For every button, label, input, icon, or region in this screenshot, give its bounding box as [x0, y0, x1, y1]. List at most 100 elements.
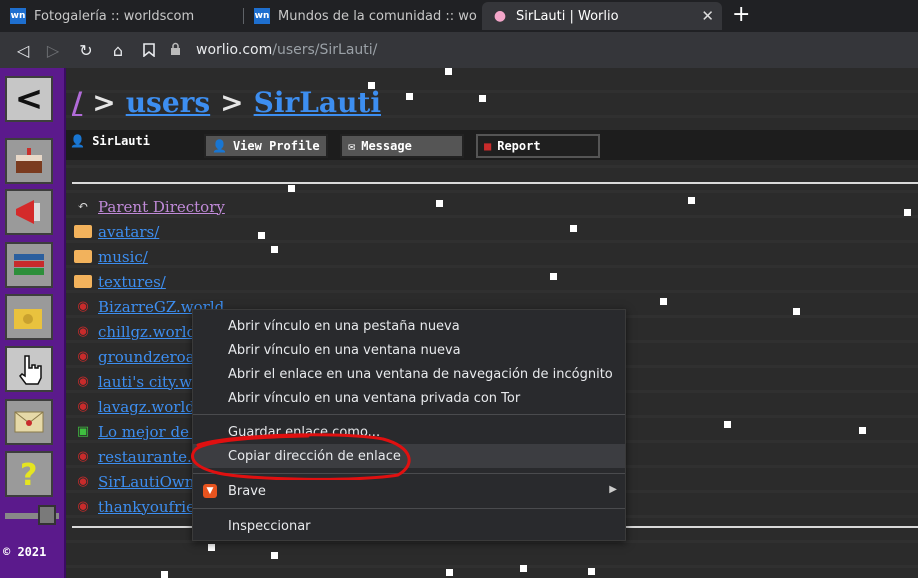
folder-link[interactable]: textures/ — [98, 273, 166, 291]
message-label: Message — [361, 139, 412, 153]
view-profile-label: View Profile — [232, 139, 320, 153]
brain-favicon-icon: ● — [493, 8, 507, 24]
url-host: worlio.com — [196, 42, 273, 58]
back-arrow-icon[interactable]: < — [5, 76, 53, 122]
world-file-icon: ◉ — [77, 324, 89, 339]
copyright: © 2021 — [3, 545, 47, 559]
snow-particle — [688, 197, 695, 204]
report-button[interactable]: ■ Report — [476, 134, 600, 158]
menu-item-inspect[interactable]: Inspeccionar — [193, 514, 625, 538]
bookmark-icon[interactable] — [138, 39, 160, 61]
snow-particle — [904, 209, 911, 216]
sidebar: < ? © 2021 — [0, 68, 66, 578]
cake-icon[interactable] — [5, 138, 53, 184]
snow-particle — [445, 68, 452, 75]
menu-separator — [193, 508, 625, 509]
snow-particle — [588, 568, 595, 575]
snow-particle — [724, 421, 731, 428]
world-file-icon: ◉ — [77, 499, 89, 514]
mail-icon: ✉ — [348, 139, 356, 153]
tab-bar: wn Fotogalería :: worldscom wn Mundos de… — [0, 0, 918, 32]
breadcrumb-users[interactable]: users — [126, 86, 210, 119]
tab-sirlauti[interactable]: ● SirLauti | Worlio ✕ — [482, 2, 722, 30]
snow-particle — [520, 565, 527, 572]
snow-particle — [660, 298, 667, 305]
snow-particle — [859, 427, 866, 434]
books-icon[interactable] — [5, 242, 53, 288]
menu-item-open-new-tab[interactable]: Abrir vínculo en una pestaña nueva — [193, 314, 625, 338]
world-file-link[interactable]: lavagz.world — [98, 398, 195, 416]
list-item[interactable]: avatars/ — [72, 219, 225, 244]
breadcrumb-root[interactable]: / — [72, 86, 82, 119]
new-tab-icon[interactable]: + — [732, 4, 750, 26]
parent-directory-link[interactable]: Parent Directory — [98, 198, 225, 216]
tab-mundos[interactable]: wn Mundos de la comunidad :: worlio — [244, 2, 480, 30]
list-item[interactable]: ↶ Parent Directory — [72, 194, 225, 219]
envelope-icon[interactable] — [5, 399, 53, 445]
breadcrumb-separator: > — [92, 86, 116, 119]
question-icon[interactable]: ? — [5, 451, 53, 497]
url-path: /users/SirLauti/ — [272, 42, 378, 58]
tab-title: SirLauti | Worlio — [516, 8, 619, 24]
menu-item-brave[interactable]: ▼ Brave ▶ — [193, 479, 625, 503]
snow-particle — [436, 200, 443, 207]
snow-particle — [550, 273, 557, 280]
close-tab-icon[interactable]: ✕ — [701, 7, 714, 25]
address-bar[interactable]: worlio.com/users/SirLauti/ — [170, 36, 918, 64]
reload-icon[interactable]: ↻ — [75, 39, 97, 61]
worlio-favicon-icon: wn — [254, 8, 270, 24]
forward-icon[interactable]: ▷ — [42, 39, 64, 61]
folder-icon — [72, 225, 94, 238]
folder-link[interactable]: avatars/ — [98, 223, 159, 241]
snow-particle — [479, 95, 486, 102]
folder-icon — [72, 275, 94, 288]
user-name: 👤 SirLauti — [70, 134, 150, 148]
lock-icon — [170, 42, 186, 58]
list-item[interactable]: textures/ — [72, 269, 225, 294]
world-file-icon: ◉ — [77, 349, 89, 364]
snow-particle — [271, 552, 278, 559]
brave-lion-icon: ▼ — [203, 484, 217, 498]
divider-top — [72, 182, 918, 184]
snow-particle — [368, 82, 375, 89]
svg-text:?: ? — [20, 458, 37, 491]
snow-particle — [570, 225, 577, 232]
tab-fotogaleria[interactable]: wn Fotogalería :: worldscom — [0, 2, 240, 30]
breadcrumb: / > users > SirLauti — [72, 86, 381, 119]
view-profile-button[interactable]: 👤 View Profile — [204, 134, 328, 158]
list-item[interactable]: music/ — [72, 244, 225, 269]
world-file-link[interactable]: chillgz.world — [98, 323, 196, 341]
back-icon[interactable]: ◁ — [12, 39, 34, 61]
megaphone-icon[interactable] — [5, 189, 53, 235]
user-bar: 👤 SirLauti 👤 View Profile ✉ Message ■ Repor… — [66, 130, 918, 160]
slider-handle[interactable] — [38, 505, 56, 525]
user-icon: 👤 — [70, 134, 85, 148]
browser-toolbar: ◁ ▷ ↻ ⌂ worlio.com/users/SirLauti/ — [0, 32, 918, 68]
menu-separator — [193, 414, 625, 415]
menu-item-open-new-window[interactable]: Abrir vínculo en una ventana nueva — [193, 338, 625, 362]
flag-icon: ■ — [484, 139, 492, 153]
snow-particle — [258, 232, 265, 239]
snow-particle — [793, 308, 800, 315]
home-icon[interactable]: ⌂ — [107, 39, 129, 61]
report-label: Report — [497, 139, 541, 153]
worlio-favicon-icon: wn — [10, 8, 26, 24]
user-name-label: SirLauti — [92, 134, 150, 148]
world-file-icon: ◉ — [77, 449, 89, 464]
world-file-icon: ◉ — [77, 374, 89, 389]
snow-particle — [271, 246, 278, 253]
menu-item-open-incognito[interactable]: Abrir el enlace en una ventana de navega… — [193, 362, 625, 386]
snow-particle — [208, 544, 215, 551]
folder-icon — [72, 250, 94, 263]
person-icon: 👤 — [212, 139, 227, 153]
breadcrumb-separator: > — [220, 86, 244, 119]
context-menu: Abrir vínculo en una pestaña nueva Abrir… — [192, 309, 626, 541]
snow-particle — [406, 93, 413, 100]
menu-item-open-tor[interactable]: Abrir vínculo en una ventana privada con… — [193, 386, 625, 410]
hand-cursor-icon[interactable] — [5, 346, 53, 392]
return-arrow-icon: ↶ — [77, 199, 89, 214]
breadcrumb-user[interactable]: SirLauti — [254, 86, 381, 119]
folder-link[interactable]: music/ — [98, 248, 148, 266]
message-button[interactable]: ✉ Message — [340, 134, 464, 158]
cheese-icon[interactable] — [5, 294, 53, 340]
